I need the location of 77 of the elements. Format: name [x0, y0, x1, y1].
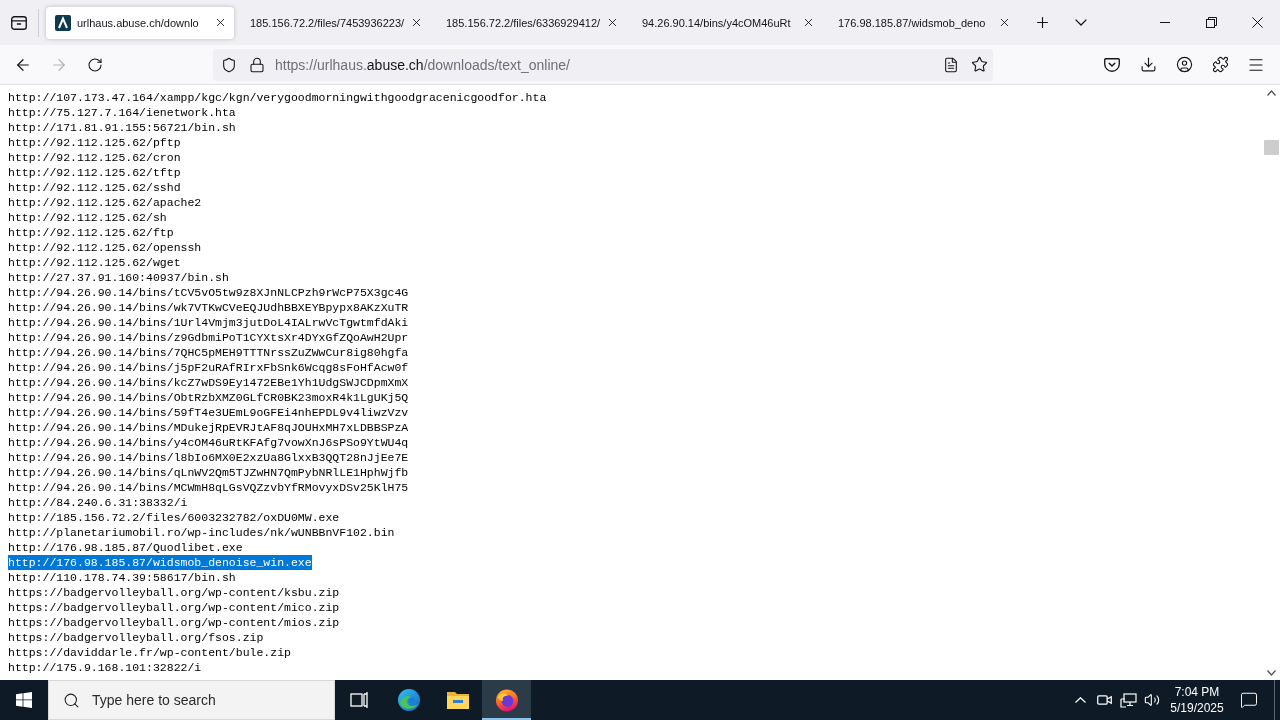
url-text-line: http://94.26.90.14/bins/l8bIo6MX0E2xzUa8GlxxB3QQT28nJjEe7E — [8, 450, 409, 465]
url-text-line: http://92.112.125.62/openssh — [8, 240, 202, 255]
url-text-line: http://92.112.125.62/sh — [8, 210, 167, 225]
url-text-line: http://94.26.90.14/bins/kcZ7wDS9Ey1472EBe1Yh1UdgSWJCDpmXmX — [8, 375, 409, 390]
url-text-line: http://planetariumobil.ro/wp-includes/nk/wUNBBnVF102.bin — [8, 525, 395, 540]
url-text-line: http://94.26.90.14/bins/y4cOM46uRtKFAfg7vowXnJ6sPSo9YtWU4q — [8, 435, 409, 450]
url-text-line: https://badgervolleyball.org/wp-content/mios.zip — [8, 615, 340, 630]
scroll-up-icon[interactable] — [1267, 90, 1276, 96]
speaker-icon — [1144, 692, 1160, 708]
lock-icon[interactable] — [249, 56, 265, 73]
url-text-line: http://110.178.74.39:58617/bin.sh — [8, 570, 236, 585]
url-text-line: https://badgervolleyball.org/wp-content/mico.zip — [8, 600, 340, 615]
search-icon — [63, 691, 80, 709]
address-field[interactable]: https://urlhaus.abuse.ch/downloads/text_online/ — [213, 48, 993, 81]
url-text-line: http://94.26.90.14/bins/j5pF2uRAfRIrxFbSnk6Wcqg8sFoHfAcw0f — [8, 360, 409, 375]
close-icon — [1251, 17, 1263, 28]
url-text-line: http://27.37.91.160:40937/bin.sh — [8, 270, 229, 285]
chevron-badge-icon — [1104, 57, 1120, 72]
browser-tab[interactable]: urlhaus.abuse.ch/downlo — [46, 6, 234, 39]
url-text-line: http://94.26.90.14/bins/ObtRzbXMZ0GLfCR0BK23moxR4k1LgUKj5Q — [8, 390, 409, 405]
url-text-line: http://94.26.90.14/bins/qLnWV2Qm5TJZwHN7QmPybNRlLE1HphWjfb — [8, 465, 409, 480]
scroll-down-icon[interactable] — [1267, 670, 1276, 676]
url-text-line: http://94.26.90.14/bins/1Url4Vmjm3jutDoL4IALrwVcTgwtmfdAki — [8, 315, 409, 330]
url-text[interactable]: https://urlhaus.abuse.ch/downloads/text_online/ — [275, 56, 937, 73]
document-icon — [943, 56, 959, 73]
url-text-line: https://badgervolleyball.org/fsos.zip — [8, 630, 264, 645]
url-text-line: http://94.26.90.14/bins/tCV5vO5tw9z8XJnNLCPzh9rWcP75X3gc4G — [8, 285, 409, 300]
firefox-browser-icon — [494, 688, 519, 712]
url-text-line: http://176.98.185.87/Quodlibet.exe — [8, 540, 243, 555]
chevron-down-icon — [1075, 19, 1087, 26]
browser-tab[interactable]: 94.26.90.14/bins/y4cOM46uRt — [634, 6, 822, 39]
browser-tab[interactable]: 176.98.185.87/widsmob_deno — [830, 6, 1018, 39]
url-text-line: http://185.156.72.2/files/6003232782/oxDU0MW.exe — [8, 510, 340, 525]
restore-icon — [1205, 17, 1217, 28]
scrollbar-thumb[interactable] — [1264, 140, 1279, 155]
task-view-icon — [349, 691, 370, 709]
clock[interactable]: 7:04 PM 5/19/2025 — [1166, 680, 1228, 720]
url-text-line: https://badgervolleyball.org/wp-content/ksbu.zip — [8, 585, 340, 600]
url-text-line: http://92.112.125.62/tftp — [8, 165, 181, 180]
url-text-line: http://94.26.90.14/bins/wk7VTKwCVeEQJUdhBBXEYBpypx8AKzXuTR — [8, 300, 409, 315]
speech-bubble-icon — [1240, 691, 1258, 709]
account-icon — [1175, 56, 1193, 73]
minimize-icon — [1160, 22, 1170, 23]
url-text-line: http://94.26.90.14/bins/MCWmH8qLGsVQZzvbYfRMovyxDSv25KlH75 — [8, 480, 409, 495]
url-text-line: http://84.240.6.31:38332/i — [8, 495, 188, 510]
box-icon — [11, 15, 27, 30]
search-bar[interactable]: Type here to search — [48, 680, 335, 720]
url-text-line: http://92.112.125.62/sshd — [8, 180, 181, 195]
network-icon — [1119, 692, 1137, 708]
browser-tab[interactable]: 185.156.72.2/files/6336929412/ — [438, 6, 626, 39]
puzzle-icon — [1211, 56, 1229, 73]
url-text-line: http://75.127.7.164/ienetwork.hta — [8, 105, 236, 120]
firefox-taskbar-button[interactable] — [482, 680, 531, 720]
url-text-line: https://daviddarle.fr/wp-content/bule.zip — [8, 645, 291, 660]
reload-icon — [87, 56, 103, 73]
chevron-up-icon — [1074, 697, 1086, 703]
url-text-line: http://94.26.90.14/bins/7QHC5pMEH9TTTNrssZuZWwCur8ig80hgfa — [8, 345, 409, 360]
download-icon — [1139, 56, 1157, 73]
url-text-line: http://171.81.91.155:56721/bin.sh — [8, 120, 236, 135]
url-text-line: http://92.112.125.62/cron — [8, 150, 181, 165]
url-text-line: http://94.26.90.14/bins/MDukejRpEVRJtAF8qJOUHxMH7xLDBBSPzA — [8, 420, 409, 435]
shield-icon[interactable] — [221, 56, 237, 73]
folder-icon — [445, 689, 470, 711]
url-text-line: http://92.112.125.62/apache2 — [8, 195, 202, 210]
url-text-line: http://94.26.90.14/bins/z9GdbmiPoT1CYXtsXr4DYxGfZQoAwH2Upr — [8, 330, 409, 345]
url-text-line: http://92.112.125.62/wget — [8, 255, 181, 270]
edge-browser-icon — [396, 688, 421, 712]
url-text-line: http://92.112.125.62/pftp — [8, 135, 181, 150]
windows-logo-icon — [16, 692, 32, 708]
camera-icon — [1096, 695, 1112, 705]
star-icon — [970, 56, 988, 73]
browser-tab[interactable]: 185.156.72.2/files/7453936223/ — [242, 6, 430, 39]
url-text-line: http://92.112.125.62/ftp — [8, 225, 174, 240]
search-field[interactable]: Type here to search — [92, 692, 312, 708]
url-text-line: http://94.26.90.14/bins/59fT4e3UEmL9oGFEi4nhEPDL9v4liwzVzv — [8, 405, 409, 420]
url-text-line: http://107.173.47.164/xampp/kgc/kgn/verygoodmorningwithgoodgracenicgoodfor.hta — [8, 90, 547, 105]
url-text-line: http://175.9.168.101:32822/i — [8, 660, 202, 675]
